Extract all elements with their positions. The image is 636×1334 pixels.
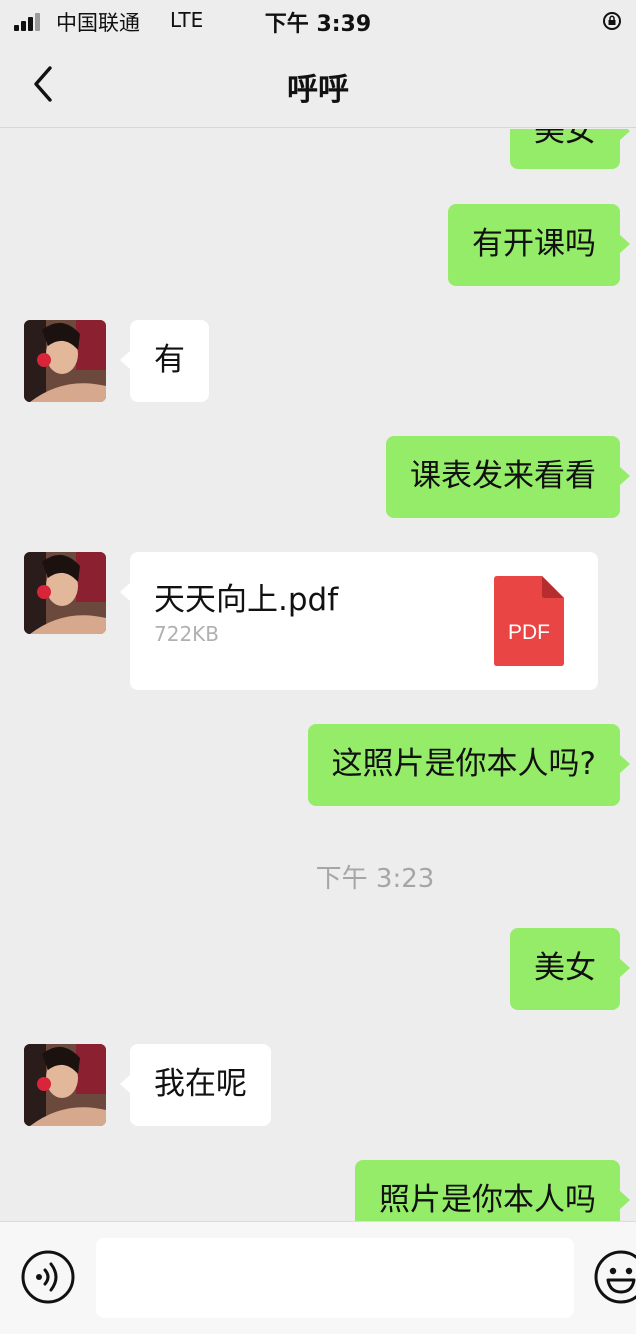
rotation-lock-icon (603, 12, 621, 30)
svg-text:PDF: PDF (508, 621, 550, 644)
avatar[interactable] (24, 320, 106, 402)
message-bubble-outgoing[interactable]: 这照片是你本人吗? (307, 724, 631, 806)
message-text: 美女 (534, 950, 596, 986)
input-bar (0, 1221, 636, 1334)
file-name: 天天向上.pdf (154, 582, 339, 618)
message-bubble-outgoing[interactable]: 美女 (510, 928, 630, 1010)
message-text: 我在呢 (154, 1066, 247, 1102)
nav-bar: 呼呼 (0, 42, 636, 128)
message-text: 照片是你本人吗 (379, 1182, 596, 1218)
message-text: 有开课吗 (472, 226, 596, 262)
chat-title: 呼呼 (287, 72, 349, 108)
message-text: 这照片是你本人吗? (331, 746, 596, 782)
message-bubble-outgoing[interactable]: 美女 (510, 129, 630, 169)
message-bubble-incoming[interactable]: 有 (120, 320, 209, 402)
status-bar: 中国联通 LTE 下午 3:39 (0, 0, 636, 42)
message-bubble-incoming[interactable]: 我在呢 (120, 1044, 271, 1126)
message-bubble-outgoing[interactable]: 照片是你本人吗 (355, 1160, 630, 1221)
message-bubble-outgoing[interactable]: 课表发来看看 (386, 436, 630, 518)
emoji-icon[interactable] (594, 1250, 636, 1304)
voice-icon[interactable] (21, 1250, 75, 1304)
message-input[interactable] (96, 1238, 574, 1318)
avatar[interactable] (24, 552, 106, 634)
message-text: 美女 (534, 129, 596, 149)
message-text: 有 (154, 342, 185, 378)
file-size: 722KB (154, 622, 220, 646)
message-timestamp: 下午 3:23 (315, 864, 435, 894)
status-time: 下午 3:39 (264, 12, 372, 37)
message-list[interactable]: 美女 有开课吗 有 课表发来看看 天天向上.pdf 722KB PDF 这照片是… (0, 129, 636, 1221)
message-text: 课表发来看看 (410, 458, 596, 494)
avatar[interactable] (24, 1044, 106, 1126)
file-message[interactable]: 天天向上.pdf 722KB PDF (120, 552, 598, 690)
pdf-file-icon: PDF (494, 576, 564, 666)
message-bubble-outgoing[interactable]: 有开课吗 (448, 204, 630, 286)
